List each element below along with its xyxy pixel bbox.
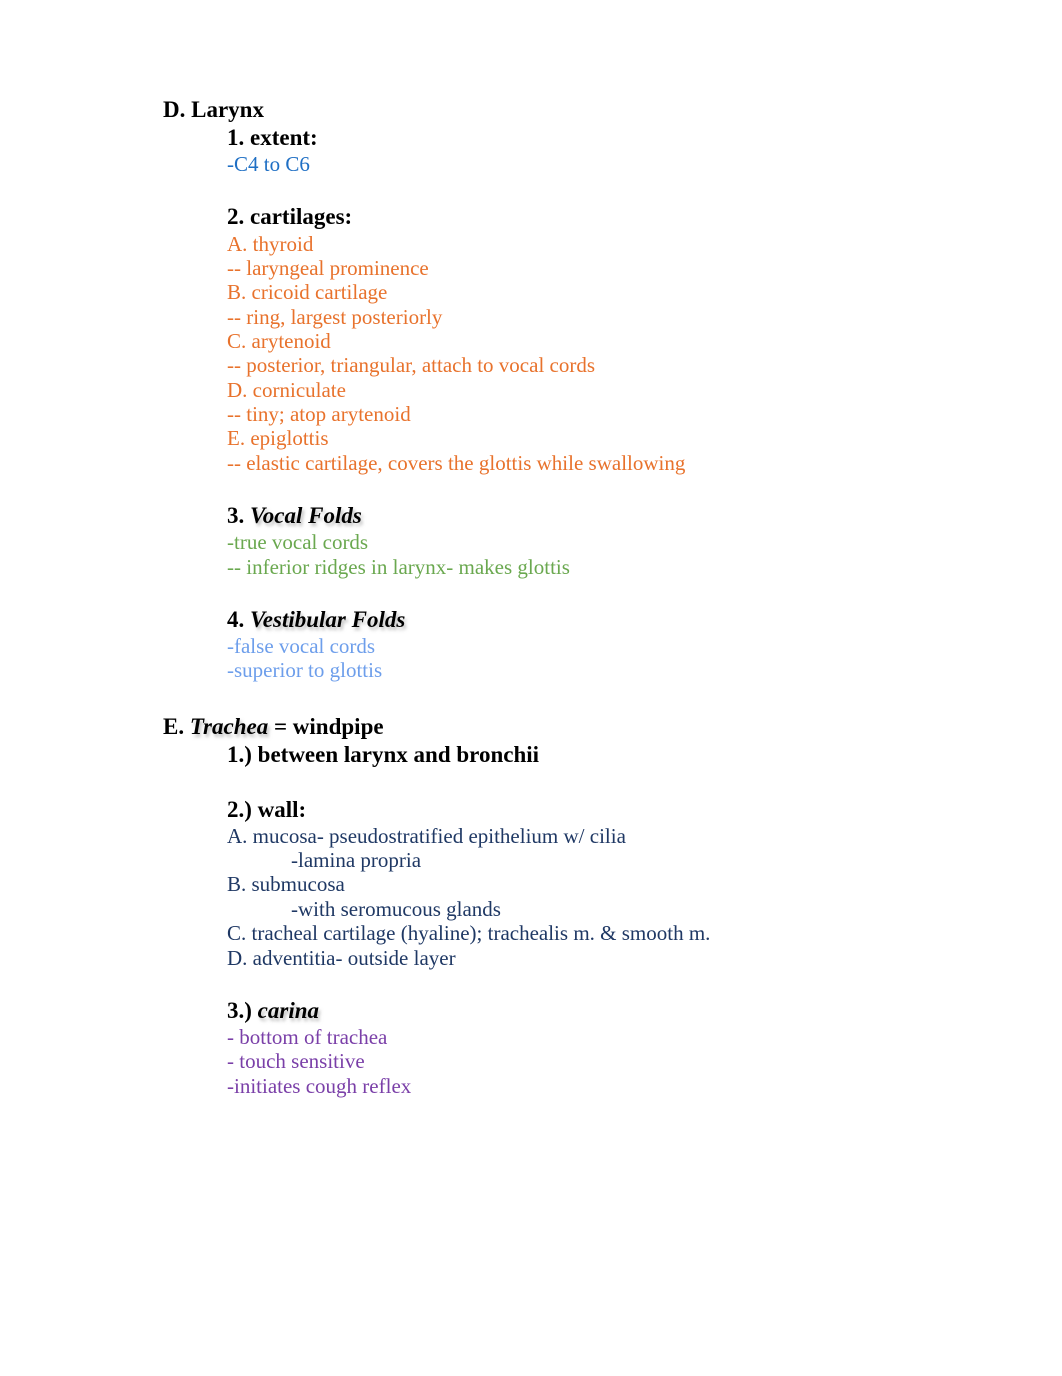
section-heading-larynx: D. Larynx	[163, 97, 264, 122]
subsection-heading-extent: 1. extent:	[227, 125, 318, 151]
carina-line-2: - touch sensitive	[227, 1049, 365, 1074]
cartilages-line-6: -- posterior, triangular, attach to voca…	[227, 353, 596, 378]
vestibular-folds-number: 4.	[227, 606, 250, 632]
subsection-heading-carina: 3.) carina	[227, 997, 982, 1025]
vocal-folds-term: Vocal Folds	[250, 503, 362, 529]
cartilages-line-2: -- laryngeal prominence	[227, 255, 429, 280]
document-page: D. Larynx 1. extent: -C4 to C6 2. cartil…	[0, 0, 1062, 1376]
subsection-heading-vocal-folds: 3. Vocal Folds	[227, 502, 982, 530]
carina-line-1: - bottom of trachea	[227, 1024, 388, 1049]
cartilages-line-10: -- elastic cartilage, covers the glottis…	[227, 450, 686, 475]
cartilages-line-8: -- tiny; atop arytenoid	[227, 402, 411, 427]
cartilages-line-3: B. cricoid cartilage	[227, 280, 388, 305]
vocal-folds-line-1: -true vocal cords	[227, 530, 369, 555]
carina-line-3: -initiates cough reflex	[227, 1073, 412, 1098]
trachea-wall-item-3: B. submucosa	[227, 872, 345, 897]
trachea-term: Trachea	[189, 713, 269, 739]
extent-line-1: -C4 to C6	[227, 152, 310, 177]
trachea-wall-item-5: C. tracheal cartilage (hyaline); trachea…	[227, 921, 711, 946]
trachea-wall-item-6: D. adventitia- outside layer	[227, 945, 456, 970]
trachea-heading-suffix: = windpipe	[268, 713, 384, 739]
subsection-heading-cartilages: 2. cartilages:	[227, 204, 353, 230]
carina-term: carina	[257, 997, 320, 1023]
trachea-wall-item-2: -lamina propria	[291, 848, 422, 873]
vestibular-folds-term: Vestibular Folds	[250, 606, 406, 632]
subsection-heading-trachea-wall: 2.) wall:	[227, 796, 307, 822]
trachea-wall-item-4: -with seromucous glands	[291, 896, 501, 921]
cartilages-line-1: A. thyroid	[227, 231, 314, 256]
trachea-wall-item-1: A. mucosa- pseudostratified epithelium w…	[227, 823, 626, 848]
vestibular-folds-line-2: -superior to glottis	[227, 658, 383, 683]
subsection-heading-vestibular-folds: 4. Vestibular Folds	[227, 606, 982, 634]
vocal-folds-number: 3.	[227, 503, 250, 529]
cartilages-line-7: D. corniculate	[227, 377, 346, 402]
trachea-heading-prefix: E.	[163, 713, 190, 739]
vocal-folds-line-2: -- inferior ridges in larynx- makes glot…	[227, 554, 570, 579]
subsection-heading-trachea-location: 1.) between larynx and bronchii	[227, 741, 540, 767]
cartilages-line-9: E. epiglottis	[227, 426, 329, 451]
section-heading-trachea: E. Trachea = windpipe	[163, 713, 982, 741]
cartilages-line-5: C. arytenoid	[227, 328, 331, 353]
carina-number: 3.)	[227, 997, 258, 1023]
vestibular-folds-line-1: -false vocal cords	[227, 633, 376, 658]
cartilages-line-4: -- ring, largest posteriorly	[227, 304, 443, 329]
